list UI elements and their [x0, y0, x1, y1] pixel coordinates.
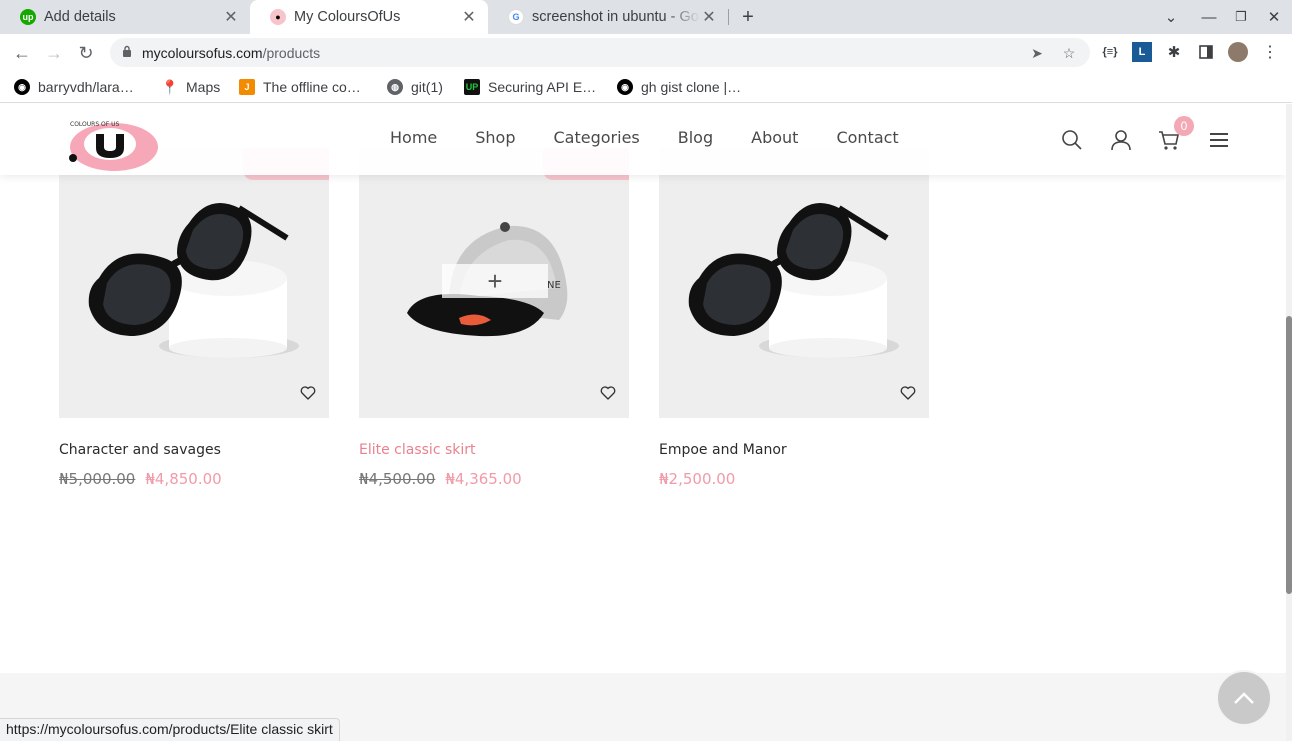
lock-icon — [122, 45, 134, 60]
nav-contact[interactable]: Contact — [836, 128, 898, 147]
upwork-icon: up — [20, 9, 36, 25]
tab-my-coloursofus[interactable]: ● My ColoursOfUs ✕ — [250, 0, 488, 34]
link-status-bar: https://mycoloursofus.com/products/Elite… — [0, 718, 340, 741]
heart-icon[interactable] — [599, 384, 617, 402]
search-icon[interactable] — [1060, 128, 1084, 152]
bookmarks-bar: ◉ barryvdh/lara… 📍 Maps J The offline co… ◍… — [0, 71, 1292, 103]
nav-about[interactable]: About — [751, 128, 798, 147]
github-icon: ◉ — [617, 79, 633, 95]
bookmark-item[interactable]: UP Securing API E… — [464, 77, 596, 97]
nav-categories[interactable]: Categories — [554, 128, 640, 147]
nav-blog[interactable]: Blog — [678, 128, 713, 147]
tab-title: Add details — [44, 9, 116, 25]
scrollbar-thumb[interactable] — [1286, 316, 1292, 594]
tab-title: screenshot in ubuntu - Go — [532, 9, 699, 25]
quick-add-button[interactable]: + — [442, 264, 548, 298]
tab-title: My ColoursOfUs — [294, 9, 401, 25]
browser-toolbar: ← → ↻ mycoloursofus.com/products ➤ ☆ {≡}… — [0, 34, 1292, 71]
bookmark-item[interactable]: ◉ gh gist clone |… — [617, 77, 741, 97]
url-text: mycoloursofus.com/products — [142, 44, 321, 61]
site-logo[interactable]: COLOURS OF US — [64, 114, 160, 172]
globe-icon: ◍ — [387, 79, 403, 95]
product-name[interactable]: Character and savages — [59, 442, 221, 458]
sale-price: ₦2,500.00 — [659, 470, 736, 488]
new-tab-icon[interactable]: + — [737, 6, 759, 28]
bookmark-item[interactable]: ◉ barryvdh/lara… — [14, 77, 134, 97]
sunglasses-image — [688, 203, 899, 358]
sunglasses-image — [88, 203, 299, 358]
side-panel-icon[interactable] — [1196, 42, 1216, 62]
tab-search-chevron-icon[interactable]: ⌄ — [1160, 6, 1182, 28]
page-scrollbar[interactable] — [1286, 104, 1292, 741]
forward-icon[interactable]: → — [42, 41, 66, 65]
close-icon[interactable]: ✕ — [222, 7, 240, 27]
product-card[interactable]: NE + Elite classic skirt ₦4,500.00 ₦4,365… — [359, 148, 629, 488]
product-card[interactable]: Empoe and Manor ₦2,500.00 — [659, 148, 929, 488]
site-logo-icon: ● — [270, 9, 286, 25]
product-image[interactable] — [59, 148, 329, 418]
address-bar[interactable]: mycoloursofus.com/products ➤ ☆ — [110, 38, 1090, 67]
main-nav: Home Shop Categories Blog About Contact — [390, 128, 937, 147]
close-icon[interactable]: ✕ — [460, 7, 478, 27]
close-icon[interactable]: ✕ — [700, 7, 718, 27]
heart-icon[interactable] — [899, 384, 917, 402]
extensions-puzzle-icon[interactable]: ✱ — [1164, 42, 1184, 62]
bookmark-item[interactable]: J The offline co… — [239, 77, 361, 97]
bookmark-item[interactable]: 📍 Maps — [161, 77, 220, 97]
chevron-up-icon — [1234, 692, 1254, 704]
json-extension-icon[interactable]: {≡} — [1100, 42, 1120, 62]
profile-avatar[interactable] — [1228, 42, 1248, 62]
svg-text:NE: NE — [547, 280, 561, 291]
sale-price: ₦4,365.00 — [445, 470, 522, 488]
old-price: ₦5,000.00 — [59, 470, 136, 488]
site-header: COLOURS OF US Home Shop Categories Blog … — [0, 104, 1286, 175]
bookmark-item[interactable]: ◍ git(1) — [387, 77, 443, 97]
browser-tab-bar: up Add details ✕ ● My ColoursOfUs ✕ G sc… — [0, 0, 1292, 34]
restore-icon[interactable]: ❐ — [1230, 6, 1252, 28]
tab-screenshot-search[interactable]: G screenshot in ubuntu - Go ✕ — [488, 0, 728, 34]
github-icon: ◉ — [14, 79, 30, 95]
product-image[interactable] — [659, 148, 929, 418]
window-close-icon[interactable]: ✕ — [1263, 6, 1285, 28]
up-icon: UP — [464, 79, 480, 95]
tab-add-details[interactable]: up Add details ✕ — [0, 0, 250, 34]
reload-icon[interactable]: ↻ — [74, 41, 98, 65]
cart-count-badge: 0 — [1174, 116, 1194, 136]
bookmark-star-icon[interactable]: ☆ — [1060, 44, 1078, 62]
nav-home[interactable]: Home — [390, 128, 437, 147]
maps-pin-icon: 📍 — [161, 78, 179, 95]
product-price: ₦2,500.00 — [659, 470, 735, 488]
j-icon: J — [239, 79, 255, 95]
product-price: ₦4,500.00 ₦4,365.00 — [359, 470, 522, 488]
product-card[interactable]: Character and savages ₦5,000.00 ₦4,850.00 — [59, 148, 329, 488]
product-name[interactable]: Empoe and Manor — [659, 442, 787, 458]
heart-icon[interactable] — [299, 384, 317, 402]
hamburger-menu-icon[interactable] — [1207, 128, 1231, 152]
user-icon[interactable] — [1109, 128, 1133, 152]
back-to-top-button[interactable] — [1216, 670, 1272, 726]
product-image[interactable]: NE + — [359, 148, 629, 418]
send-icon[interactable]: ➤ — [1028, 44, 1046, 62]
google-icon: G — [508, 9, 524, 25]
back-icon[interactable]: ← — [10, 41, 34, 65]
web-page: Character and savages ₦5,000.00 ₦4,850.00… — [0, 104, 1286, 741]
product-name[interactable]: Elite classic skirt — [359, 442, 476, 458]
product-price: ₦5,000.00 ₦4,850.00 — [59, 470, 222, 488]
sale-price: ₦4,850.00 — [145, 470, 222, 488]
browser-menu-icon[interactable]: ⋮ — [1260, 42, 1280, 62]
nav-shop[interactable]: Shop — [475, 128, 515, 147]
extension-l-icon[interactable]: L — [1132, 42, 1152, 62]
svg-text:COLOURS OF US: COLOURS OF US — [70, 121, 120, 128]
old-price: ₦4,500.00 — [359, 470, 436, 488]
minimize-icon[interactable]: — — [1198, 6, 1220, 28]
